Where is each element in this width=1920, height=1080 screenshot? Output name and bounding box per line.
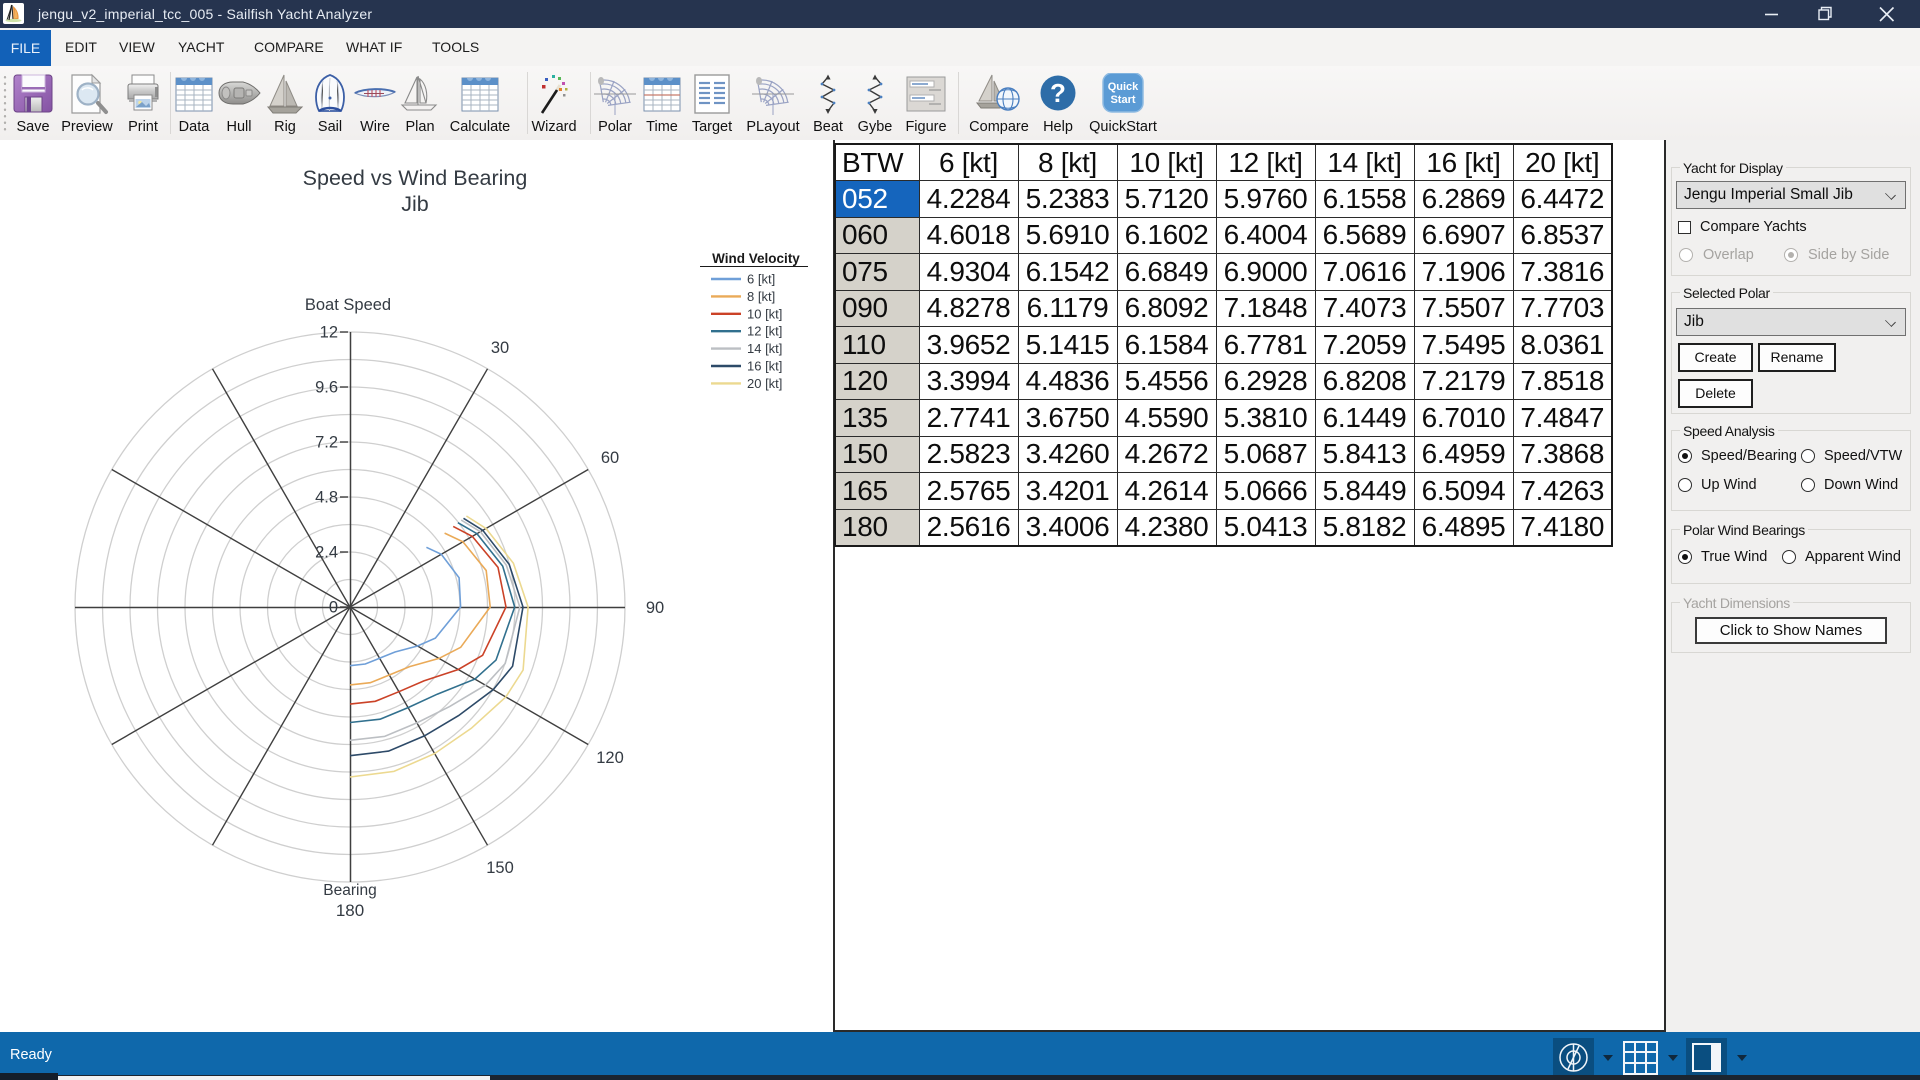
svg-text:Quick: Quick <box>1108 81 1139 93</box>
svg-text:60: 60 <box>601 449 619 467</box>
svg-text:14 [kt]: 14 [kt] <box>747 341 782 356</box>
svg-text:10 [kt]: 10 [kt] <box>747 306 782 321</box>
svg-text:Boat Speed: Boat Speed <box>305 296 391 314</box>
svg-text:30: 30 <box>491 339 509 357</box>
svg-text:?: ? <box>1050 78 1066 108</box>
svg-text:16 [kt]: 16 [kt] <box>747 359 782 374</box>
svg-text:180: 180 <box>336 901 364 920</box>
svg-text:Wind Velocity: Wind Velocity <box>712 251 800 266</box>
svg-text:90: 90 <box>646 599 664 617</box>
svg-text:120: 120 <box>596 749 624 767</box>
svg-text:0: 0 <box>329 599 338 617</box>
svg-text:4.8: 4.8 <box>315 489 338 507</box>
svg-text:Jib: Jib <box>401 192 429 216</box>
svg-text:Bearing: Bearing <box>323 882 376 899</box>
svg-text:Start: Start <box>1110 94 1135 106</box>
svg-text:20 [kt]: 20 [kt] <box>747 376 782 391</box>
svg-text:9.6: 9.6 <box>315 379 338 397</box>
svg-text:2.4: 2.4 <box>315 544 338 562</box>
svg-text:6 [kt]: 6 [kt] <box>747 272 775 287</box>
svg-text:12: 12 <box>320 324 338 342</box>
svg-text:8 [kt]: 8 [kt] <box>747 289 775 304</box>
svg-text:Speed vs Wind Bearing: Speed vs Wind Bearing <box>303 166 528 190</box>
svg-text:7.2: 7.2 <box>315 434 338 452</box>
svg-text:150: 150 <box>486 859 514 877</box>
svg-text:12 [kt]: 12 [kt] <box>747 324 782 339</box>
